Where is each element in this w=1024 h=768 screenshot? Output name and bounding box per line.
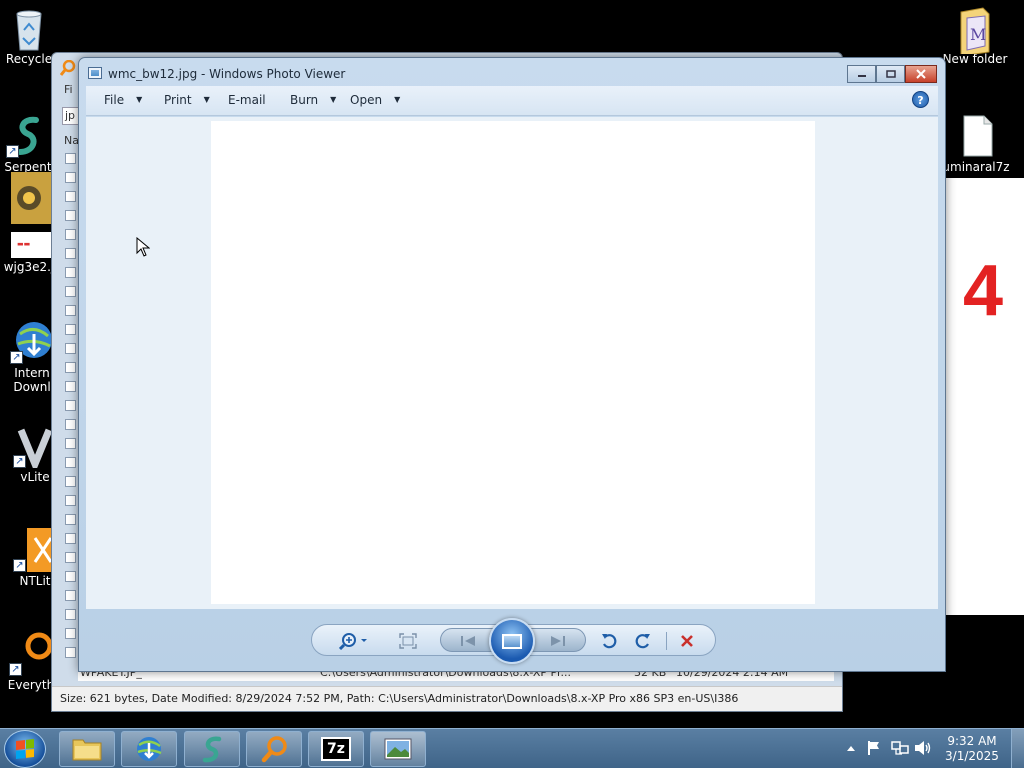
- divider: [666, 632, 667, 650]
- chevron-down-icon: ▼: [394, 95, 401, 104]
- internet-download-manager-icon: ↗: [10, 320, 54, 364]
- internet-download-manager-icon: [137, 737, 162, 761]
- wallpaper-image: [945, 178, 1024, 615]
- shortcut-arrow-icon: ↗: [10, 351, 23, 364]
- serpent-icon: [202, 736, 222, 763]
- taskbar-everything[interactable]: [246, 731, 302, 767]
- photo-viewer-window[interactable]: wmc_bw12.jpg - Windows Photo Viewer File…: [78, 57, 946, 672]
- menu-email-label: E-mail: [228, 93, 266, 107]
- next-button[interactable]: [541, 631, 575, 651]
- everything-search-icon: [261, 736, 287, 763]
- zoom-icon: [339, 633, 367, 650]
- chevron-down-icon: ▼: [203, 95, 210, 104]
- taskbar: 7z 9:32 AM 3/1/2025: [0, 728, 1024, 768]
- chevron-up-icon: [847, 746, 855, 751]
- rotate-clockwise-button[interactable]: [632, 631, 654, 651]
- close-icon: [916, 69, 926, 79]
- slideshow-button[interactable]: [489, 618, 535, 664]
- rotate-counterclockwise-button[interactable]: [598, 631, 620, 651]
- serpent-icon: ↗: [6, 114, 50, 158]
- navigation-group: [440, 618, 586, 664]
- menu-open[interactable]: Open ▼: [350, 93, 400, 107]
- taskbar-7zip[interactable]: 7z: [308, 731, 364, 767]
- image-file-icon: ▬▬: [7, 172, 51, 258]
- svg-text:▬▬: ▬▬: [17, 240, 30, 248]
- menu-burn-label: Burn: [290, 93, 319, 107]
- menu-file-label: File: [104, 93, 125, 107]
- photo-viewer-icon: [88, 67, 102, 79]
- menu-burn[interactable]: Burn ▼: [290, 93, 336, 107]
- mouse-cursor-icon: [136, 236, 151, 260]
- shortcut-arrow-icon: ↗: [13, 559, 26, 572]
- show-hidden-icons-button[interactable]: [846, 742, 856, 754]
- shortcut-arrow-icon: ↗: [13, 455, 26, 468]
- windows-logo-icon: [16, 739, 34, 759]
- everything-search-icon: ↗: [9, 632, 53, 676]
- recycle-bin-icon: [7, 6, 51, 51]
- file-explorer-icon: [72, 739, 102, 761]
- help-button[interactable]: ?: [912, 91, 929, 108]
- zoom-button[interactable]: [336, 631, 372, 651]
- taskbar-photo-viewer[interactable]: [370, 731, 426, 767]
- menu-print[interactable]: Print ▼: [164, 93, 210, 107]
- image-view-area[interactable]: [86, 117, 938, 609]
- row-checkboxes[interactable]: [65, 153, 77, 666]
- maximize-icon: [885, 70, 896, 78]
- caption-buttons: [847, 65, 937, 83]
- menu-print-label: Print: [164, 93, 192, 107]
- folder-icon: M: [953, 6, 997, 57]
- menu-fragment[interactable]: Fi: [64, 83, 73, 96]
- minimize-icon: [857, 75, 866, 77]
- taskbar-file-explorer[interactable]: [59, 731, 115, 767]
- 7zip-icon: 7z: [321, 737, 351, 761]
- desktop-icon-label: uminaral7z: [942, 160, 1010, 174]
- actual-size-button[interactable]: [396, 631, 420, 651]
- desktop-icon-uminaral7z[interactable]: uminaral7z: [938, 114, 1014, 174]
- clock-date: 3/1/2025: [945, 749, 999, 763]
- delete-button[interactable]: [676, 631, 698, 651]
- previous-button[interactable]: [451, 631, 485, 651]
- volume-icon[interactable]: [914, 740, 932, 759]
- action-center-flag-icon[interactable]: [866, 740, 882, 759]
- menu-bar: File ▼ Print ▼ E-mail Burn ▼ Open ▼ ?: [86, 86, 938, 116]
- window-title: wmc_bw12.jpg - Windows Photo Viewer: [108, 67, 346, 81]
- desktop-icon-label: New folder: [942, 52, 1008, 66]
- playback-controls: [311, 618, 716, 664]
- file-icon: [954, 114, 998, 158]
- delete-icon: [681, 635, 693, 647]
- wallpaper-number: 4: [963, 251, 1004, 331]
- taskbar-serpent[interactable]: [184, 731, 240, 767]
- close-button[interactable]: [905, 65, 937, 83]
- search-icon: [59, 59, 76, 76]
- photo-viewer-icon: [384, 738, 412, 760]
- maximize-button[interactable]: [876, 65, 905, 83]
- rotate-counterclockwise-icon: [602, 634, 617, 649]
- show-desktop-button[interactable]: [1011, 729, 1024, 768]
- displayed-image: [211, 121, 815, 604]
- taskbar-internet-download-manager[interactable]: [121, 731, 177, 767]
- svg-text:M: M: [970, 25, 986, 44]
- shortcut-arrow-icon: ↗: [6, 145, 19, 158]
- slideshow-icon: [502, 633, 522, 649]
- actual-size-icon: [399, 633, 417, 649]
- clock[interactable]: 9:32 AM 3/1/2025: [940, 734, 1004, 764]
- title-bar[interactable]: wmc_bw12.jpg - Windows Photo Viewer: [79, 58, 945, 86]
- column-header-name[interactable]: Na: [64, 134, 79, 147]
- status-bar: Size: 621 bytes, Date Modified: 8/29/202…: [52, 686, 842, 711]
- chevron-down-icon: ▼: [136, 95, 143, 104]
- desktop-icon-new-folder[interactable]: M New folder: [937, 6, 1013, 66]
- start-button[interactable]: [4, 730, 46, 768]
- minimize-button[interactable]: [847, 65, 876, 83]
- network-icon[interactable]: [891, 740, 909, 759]
- next-icon: [551, 636, 565, 646]
- menu-open-label: Open: [350, 93, 383, 107]
- menu-file[interactable]: File ▼: [104, 93, 142, 107]
- rotate-clockwise-icon: [635, 634, 650, 649]
- previous-icon: [461, 636, 475, 646]
- menu-email[interactable]: E-mail: [228, 93, 266, 107]
- shortcut-arrow-icon: ↗: [9, 663, 22, 676]
- chevron-down-icon: ▼: [330, 95, 337, 104]
- clock-time: 9:32 AM: [947, 734, 997, 748]
